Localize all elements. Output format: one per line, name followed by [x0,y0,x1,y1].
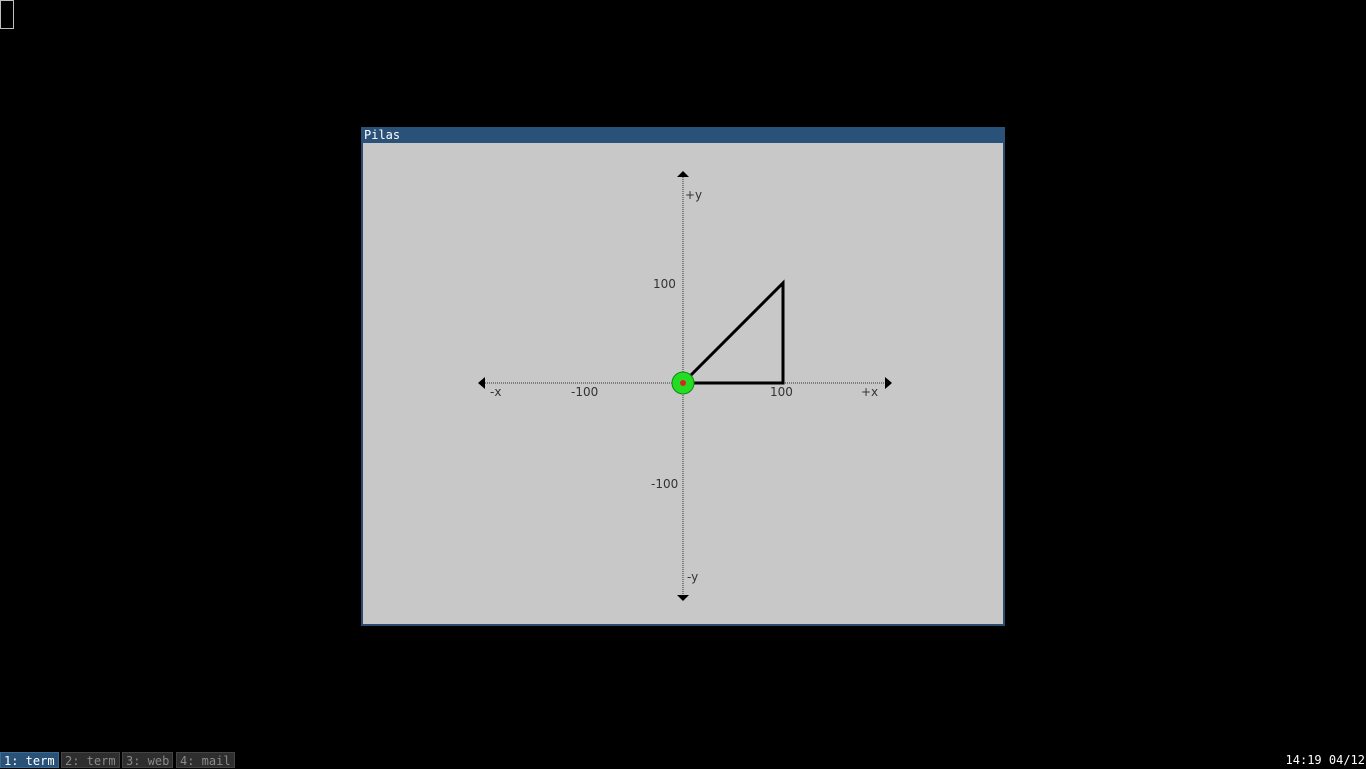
arrow-down-icon [677,595,689,601]
taskbar: 1: term 2: term 3: web 4: mail 14:19 04/… [0,751,1366,768]
label-plus-x: +x [861,385,878,399]
arrow-up-icon [677,171,689,177]
arrow-right-icon [885,377,892,389]
label-minus-x: -x [490,385,501,399]
workspace-tab-4[interactable]: 4: mail [176,752,235,768]
clock-date: 14:19 04/12 [1286,752,1365,768]
tick-x-pos: 100 [770,385,793,399]
pilas-canvas[interactable]: +x -x +y -y 100 -100 100 -100 [363,143,1003,624]
tick-x-neg: -100 [571,385,598,399]
terminal-cursor [0,0,14,29]
workspace-tab-3[interactable]: 3: web [122,752,173,768]
turtle-triangle [683,283,783,383]
turtle-center-dot [680,380,686,386]
arrow-left-icon [478,377,485,389]
workspace-tab-2[interactable]: 2: term [61,752,120,768]
tick-y-neg: -100 [651,477,678,491]
pilas-window[interactable]: Pilas +x -x +y -y 100 -100 100 -100 [361,127,1005,626]
coordinate-plane: +x -x +y -y 100 -100 100 -100 [363,143,1003,624]
window-title[interactable]: Pilas [361,127,1005,143]
label-plus-y: +y [685,188,702,202]
tick-y-pos: 100 [653,277,676,291]
workspace-tab-1[interactable]: 1: term [0,752,59,768]
label-minus-y: -y [687,570,698,584]
